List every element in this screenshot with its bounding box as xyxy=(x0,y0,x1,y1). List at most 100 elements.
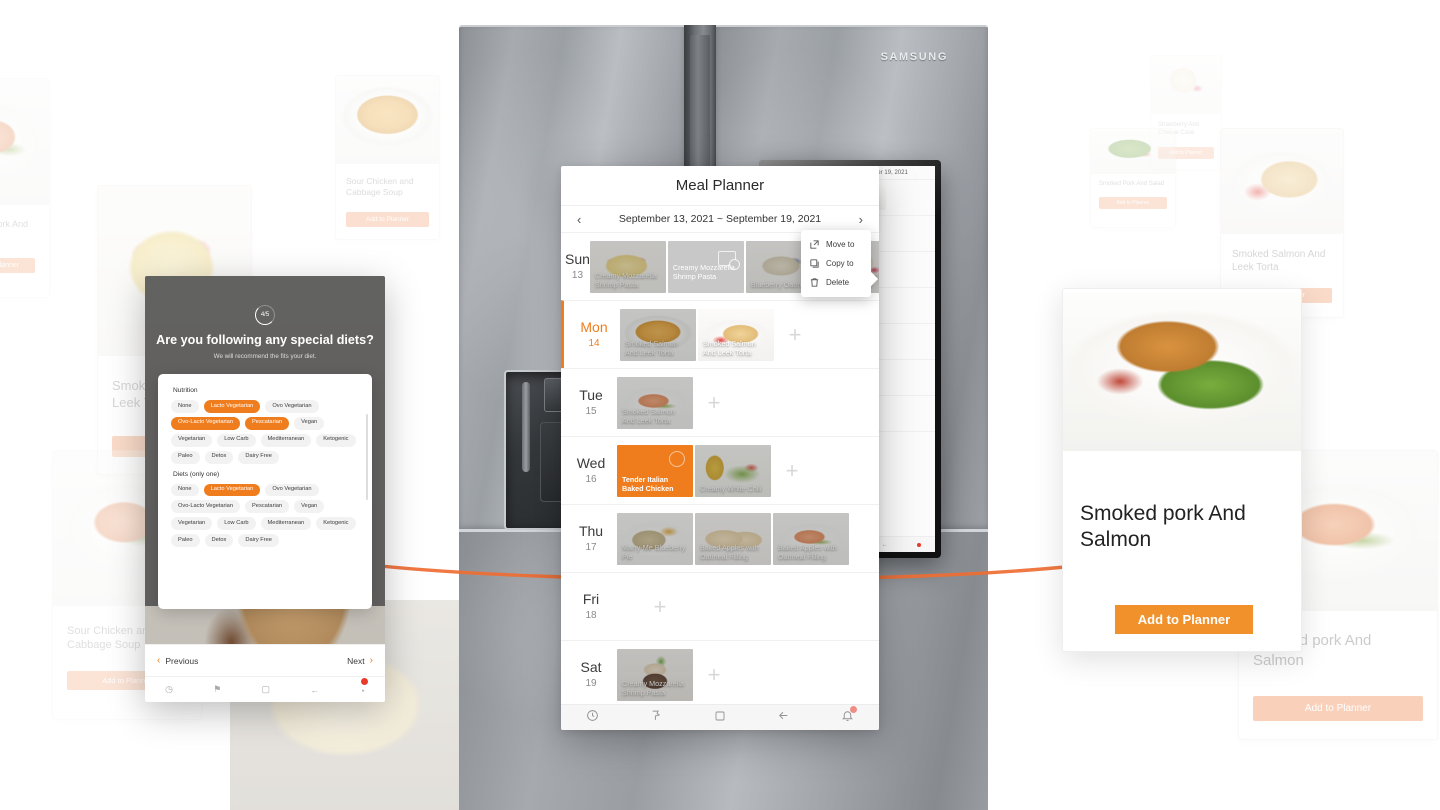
context-menu-item-delete[interactable]: Delete xyxy=(801,273,871,292)
meal-card[interactable]: Smoked Salmon And Leek Torta xyxy=(620,308,696,361)
mini-notification-badge[interactable] xyxy=(916,542,921,547)
day-date: 14 xyxy=(588,338,600,350)
prev-week-button[interactable]: ‹ xyxy=(577,212,581,227)
meal-list: Marry-Me Blueberry Pie Baked Apples with… xyxy=(617,512,879,565)
survey-chip[interactable]: Low Carb xyxy=(217,517,256,531)
survey-chip[interactable]: Dairy Free xyxy=(238,450,279,464)
meal-title: Smoked Salmon And Leek Torta xyxy=(625,338,678,357)
bg-card-button[interactable]: Add to Planner xyxy=(0,258,35,274)
meal-title: Creamy White Chili xyxy=(700,483,762,493)
survey-chip[interactable]: Paleo xyxy=(171,450,200,464)
pin-icon[interactable]: ⚑ xyxy=(213,684,221,695)
survey-chip[interactable]: Ovo Vegetarian xyxy=(265,483,319,497)
survey-chip[interactable]: Detox xyxy=(204,534,234,548)
survey-chip[interactable]: Pescatarian xyxy=(245,416,290,430)
meal-card-selected[interactable]: Tender Italian Baked Chicken xyxy=(617,444,693,497)
meal-card[interactable]: Baked Apples with Oatmeal Filling xyxy=(773,512,849,565)
day-row-wed: Wed 16 Tender Italian Baked Chicken Crea… xyxy=(561,436,879,504)
day-name: Wed xyxy=(576,455,606,472)
survey-chip[interactable]: Paleo xyxy=(171,534,200,548)
add-meal-button[interactable]: + xyxy=(701,663,727,686)
survey-chip[interactable]: None xyxy=(171,483,199,497)
meal-planner-panel: Meal Planner ‹ September 13, 2021 ~ Sept… xyxy=(561,166,879,730)
bg-card-button[interactable]: Add to Planner xyxy=(346,212,429,228)
survey-chip[interactable]: Ketogenic xyxy=(316,433,356,447)
recents-icon[interactable]: ◷ xyxy=(165,684,173,695)
meal-title: Smoked Salmon And Leek Torta xyxy=(703,338,756,357)
home-icon[interactable] xyxy=(714,709,726,727)
survey-chip[interactable]: Pescatarian xyxy=(245,500,290,514)
bg-card-sour-chicken-top[interactable]: Sour Chicken and Cabbage Soup Add to Pla… xyxy=(335,75,440,240)
bg-card-title: Smoked pork And Salmon xyxy=(0,219,29,229)
day-date: 18 xyxy=(585,610,597,622)
page-title: Meal Planner xyxy=(561,166,879,206)
week-range-label: September 13, 2021 ~ September 19, 2021 xyxy=(618,213,822,225)
survey-chip[interactable]: Low Carb xyxy=(217,433,256,447)
survey-next-label: Next xyxy=(347,655,365,666)
survey-question: Are you following any special diets? xyxy=(156,333,374,347)
meal-card[interactable]: Smoked Salmon And Leek Torta xyxy=(617,376,693,429)
survey-chip[interactable]: Vegan xyxy=(294,416,325,430)
survey-chip[interactable]: Ovo-Lacto Vegetarian xyxy=(171,500,241,514)
survey-chip[interactable]: Mediterranean xyxy=(260,433,312,447)
add-meal-button[interactable]: + xyxy=(647,595,673,618)
copy-to-icon xyxy=(810,259,819,268)
day-row-tue: Tue 15 Smoked Salmon And Leek Torta + xyxy=(561,368,879,436)
back-icon[interactable]: ← xyxy=(310,685,319,695)
survey-chip[interactable]: Dairy Free xyxy=(238,534,279,548)
meal-card[interactable]: Marry-Me Blueberry Pie xyxy=(617,512,693,565)
pin-icon[interactable] xyxy=(650,709,663,727)
bg-card-smoked-pork-farleft[interactable]: Smoked pork And Salmon Add to Planner xyxy=(0,78,50,298)
survey-chip[interactable]: Lacto Vegetarian xyxy=(203,483,261,497)
survey-footer-nav: ‹ Previous Next › xyxy=(145,644,385,676)
home-icon[interactable]: ▢ xyxy=(261,684,270,695)
day-label: Mon 14 xyxy=(568,319,620,350)
meal-card[interactable]: Smoked Salmon And Leek Torta xyxy=(698,308,774,361)
day-name: Sat xyxy=(580,659,602,676)
mini-back-icon[interactable]: ← xyxy=(882,542,888,548)
survey-scrollbar[interactable] xyxy=(366,414,368,500)
meal-card[interactable]: Creamy Mozzarella Shrimp Pasta xyxy=(589,240,666,293)
meal-list: Smoked Salmon And Leek Torta + xyxy=(617,376,879,429)
survey-previous-button[interactable]: ‹ Previous xyxy=(157,655,198,666)
add-meal-button[interactable]: + xyxy=(779,459,805,482)
meal-card[interactable]: Baked Apples with Oatmeal Filling xyxy=(695,512,771,565)
notification-bell-icon[interactable]: ◔ xyxy=(359,677,368,699)
survey-next-button[interactable]: Next › xyxy=(347,655,373,666)
survey-chip[interactable]: Mediterranean xyxy=(260,517,312,531)
meal-card[interactable]: Creamy Mozzarella Shrimp Pasta xyxy=(617,648,693,701)
survey-chip[interactable]: Ketogenic xyxy=(316,517,356,531)
context-menu-item-copy-to[interactable]: Copy to xyxy=(801,254,871,273)
day-label: Wed 16 xyxy=(565,455,617,486)
meal-title: Smoked Salmon And Leek Torta xyxy=(622,406,675,425)
notification-bell-icon[interactable] xyxy=(841,705,857,727)
survey-chip[interactable]: None xyxy=(171,400,199,413)
survey-chip[interactable]: Vegetarian xyxy=(171,433,213,447)
context-menu-item-move-to[interactable]: Move to xyxy=(801,235,871,254)
meal-card-placeholder[interactable]: Creamy Mozzarella Shrimp Pasta xyxy=(667,240,744,293)
back-icon[interactable] xyxy=(777,709,790,727)
system-navbar xyxy=(561,704,879,730)
next-week-button[interactable]: › xyxy=(859,212,863,227)
meal-card[interactable]: Creamy White Chili xyxy=(695,444,771,497)
bg-card-button[interactable]: Add to Planner xyxy=(1099,196,1167,209)
add-to-planner-button[interactable]: Add to Planner xyxy=(1115,605,1253,634)
survey-chip[interactable]: Ovo Vegetarian xyxy=(265,400,319,413)
survey-section-heading-nutrition: Nutrition xyxy=(173,387,198,394)
survey-chip[interactable]: Lacto Vegetarian xyxy=(203,400,261,413)
selection-ring-icon xyxy=(669,450,685,467)
survey-chip[interactable]: Vegetarian xyxy=(171,517,213,531)
survey-chip[interactable]: Vegan xyxy=(294,500,325,514)
add-meal-button[interactable]: + xyxy=(701,391,727,414)
recents-icon[interactable] xyxy=(586,709,599,727)
bg-card-button[interactable]: Add to Planner xyxy=(1253,696,1423,721)
bg-card-smoked-pork-salad[interactable]: Smoked Pork And Salad Add to Planner xyxy=(1090,128,1176,228)
survey-chip[interactable]: Detox xyxy=(204,450,234,464)
survey-chip[interactable]: Ovo-Lacto Vegetarian xyxy=(171,416,241,430)
bg-card-thumb xyxy=(1091,129,1175,174)
dispenser-spout xyxy=(522,382,530,472)
day-label: Fri 18 xyxy=(565,591,617,622)
context-menu-label: Move to xyxy=(826,240,855,249)
survey-chip-group-nutrition: None Lacto Vegetarian Ovo Vegetarian Ovo… xyxy=(171,400,359,464)
add-meal-button[interactable]: + xyxy=(782,323,808,346)
